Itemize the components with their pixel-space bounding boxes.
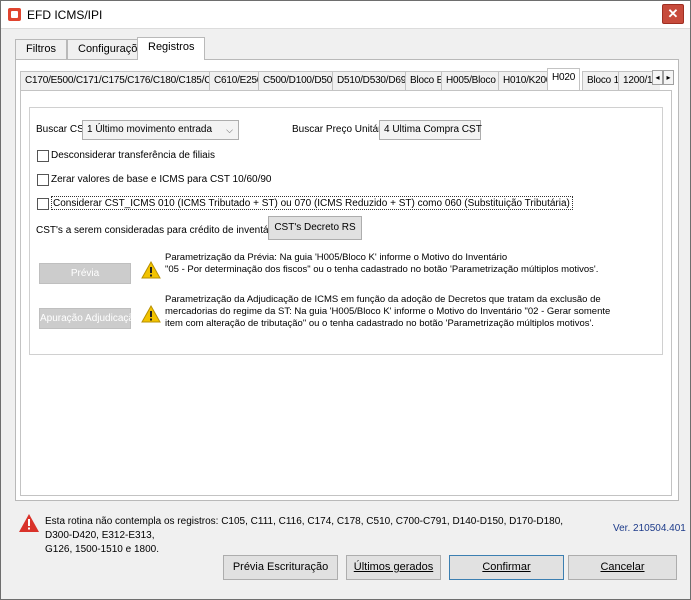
subtab-label: Bloco E [410, 75, 444, 86]
registros-panel: C170/E500/C171/C175/C176/C180/C185/C197 … [15, 59, 679, 501]
subtab-label: H020 [552, 72, 576, 83]
previa-help-line-1: Parametrização da Prévia: Na guia 'H005/… [165, 252, 508, 263]
previa-label: Prévia [70, 268, 100, 279]
footer-warning: Esta rotina não contempla os registros: … [45, 515, 585, 557]
footer-warning-line-1: Esta rotina não contempla os registros: … [45, 516, 564, 541]
warning-icon [141, 261, 161, 279]
arrow-right-icon: ▸ [666, 73, 671, 82]
zerar-valores-checkbox[interactable] [37, 174, 49, 186]
apuracao-help-line-2: mercadorias do regime da ST: Na guia 'H0… [165, 306, 611, 317]
tabs-scroll-right-button[interactable]: ▸ [663, 70, 674, 85]
csts-credito-label: CST's a serem consideradas para crédito … [36, 225, 280, 236]
error-warning-icon [19, 514, 39, 532]
chevron-down-icon: ⌵ [468, 125, 475, 135]
sub-tabs: C170/E500/C171/C175/C176/C180/C185/C197 … [20, 68, 660, 90]
tab-label: Registros [148, 41, 195, 53]
confirmar-button[interactable]: Confirmar [449, 555, 564, 580]
chevron-down-icon: ⌵ [226, 125, 233, 135]
buscar-preco-label: Buscar Preço Unitário [292, 124, 390, 135]
apuracao-help-line-3: item com alteração de tributação" ou o t… [165, 318, 594, 329]
version-label: Ver. 210504.401 [613, 523, 686, 534]
subtab-label: D510/D530/D695 [337, 75, 412, 86]
cancelar-label: Cancelar [600, 561, 645, 573]
subtab-label: H010/K200 [503, 75, 552, 86]
confirmar-label: Confirmar [482, 561, 531, 573]
warning-icon [141, 305, 161, 323]
app-icon [8, 8, 21, 21]
subtab-d510[interactable]: D510/D530/D695 [332, 71, 417, 90]
considerar-cst-checkbox[interactable] [37, 198, 49, 210]
buscar-preco-select[interactable]: 4 Ultima Compra CST ⌵ [379, 120, 482, 140]
csts-decreto-rs-label: CST's Decreto RS [274, 222, 356, 233]
buscar-preco-value: 4 Ultima Compra CST [384, 124, 482, 135]
apuracao-adjudicacao-label: Apuração Adjudicação [40, 313, 140, 324]
subtab-c170[interactable]: C170/E500/C171/C175/C176/C180/C185/C197 [20, 71, 233, 90]
window-title: EFD ICMS/IPI [27, 8, 103, 22]
tab-registros[interactable]: Registros [137, 37, 206, 60]
previa-escrituracao-button[interactable]: Prévia Escrituração [223, 555, 338, 580]
cancelar-button[interactable]: Cancelar [568, 555, 677, 580]
previa-escrituracao-label: Prévia Escrituração [232, 561, 329, 573]
subtab-c500[interactable]: C500/D100/D500 [258, 71, 343, 90]
subtab-h020[interactable]: H020 [547, 68, 581, 90]
subtab-label: C170/E500/C171/C175/C176/C180/C185/C197 [25, 75, 228, 86]
title-bar: EFD ICMS/IPI ✕ [1, 1, 690, 29]
previa-button[interactable]: Prévia [39, 263, 131, 284]
close-button[interactable]: ✕ [662, 4, 684, 24]
previa-help-line-2: "05 - Por determinação dos fiscos" ou o … [165, 264, 599, 275]
tabs-scroll-left-button[interactable]: ◂ [652, 70, 663, 85]
subtab-label: H005/Bloco K [446, 75, 505, 86]
ultimos-gerados-button[interactable]: Últimos gerados [346, 555, 441, 580]
subtab-label: C500/D100/D500 [263, 75, 338, 86]
close-icon: ✕ [667, 6, 679, 21]
main-window: EFD ICMS/IPI ✕ Filtros Configurações Reg… [0, 0, 691, 600]
buscar-cst-select[interactable]: 1 Último movimento entrada ⌵ [82, 120, 239, 140]
apuracao-help-line-1: Parametrização da Adjudicação de ICMS em… [165, 294, 601, 305]
considerar-cst-label[interactable]: Considerar CST_ICMS 010 (ICMS Tributado … [51, 196, 573, 210]
tab-filtros[interactable]: Filtros [15, 39, 67, 59]
h020-panel: Buscar CST 1 Último movimento entrada ⌵ … [20, 90, 672, 496]
apuracao-adjudicacao-button[interactable]: Apuração Adjudicação [39, 308, 140, 329]
csts-decreto-rs-button[interactable]: CST's Decreto RS [268, 216, 362, 240]
subtab-label: Bloco 1 [587, 75, 619, 86]
buscar-cst-value: 1 Último movimento entrada [87, 124, 213, 135]
desconsiderar-transferencia-checkbox[interactable] [37, 150, 49, 162]
h020-groupbox: Buscar CST 1 Último movimento entrada ⌵ … [29, 107, 663, 355]
arrow-left-icon: ◂ [655, 73, 660, 82]
tab-label: Filtros [26, 43, 56, 55]
subtab-label: C610/E250 [214, 75, 263, 86]
zerar-valores-label[interactable]: Zerar valores de base e ICMS para CST 10… [51, 174, 271, 185]
desconsiderar-transferencia-label[interactable]: Desconsiderar transferência de filiais [51, 150, 215, 161]
ultimos-gerados-label: Últimos gerados [353, 561, 434, 573]
